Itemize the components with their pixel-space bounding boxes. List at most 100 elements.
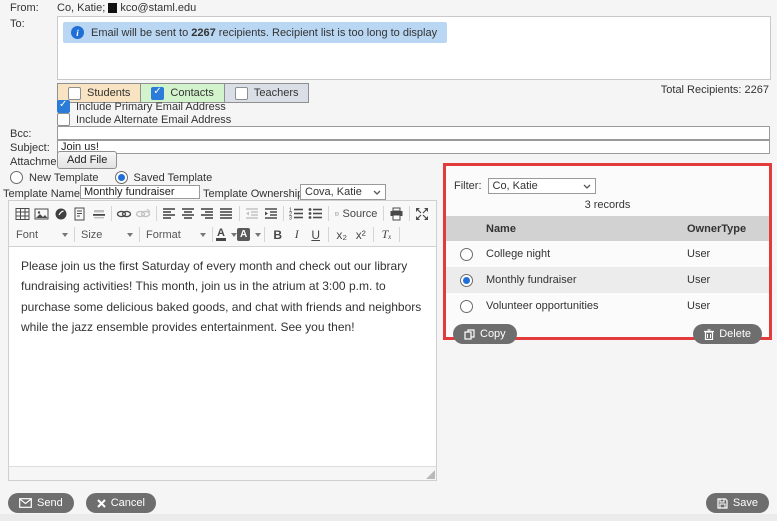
template-row-radio[interactable] <box>460 248 473 261</box>
subject-input[interactable] <box>57 140 770 154</box>
align-center-icon[interactable] <box>179 205 198 223</box>
link-icon[interactable] <box>115 205 134 223</box>
new-template-option[interactable]: New Template <box>10 171 99 184</box>
horizontal-rule-icon[interactable] <box>89 205 108 223</box>
rich-text-editor: 123 Source Font Size Format A A B <box>8 200 437 481</box>
chevron-down-icon <box>373 190 381 195</box>
table-row[interactable]: College night User <box>446 241 769 267</box>
filter-select[interactable]: Co, Katie <box>488 178 596 194</box>
teachers-checkbox[interactable] <box>235 87 248 100</box>
bold-button[interactable]: B <box>268 226 287 244</box>
template-ownership-select[interactable]: Cova, Katie <box>300 184 386 200</box>
editor-toolbar: 123 Source Font Size Format A A B <box>9 201 436 247</box>
recipient-info-banner: i Email will be sent to 2267 recipients.… <box>63 22 447 43</box>
templates-table: Name OwnerType College night User Monthl… <box>446 216 769 319</box>
bcc-label: Bcc: <box>10 128 31 140</box>
align-right-icon[interactable] <box>198 205 217 223</box>
bulleted-list-icon[interactable] <box>306 205 325 223</box>
templates-icon[interactable] <box>70 205 89 223</box>
source-button[interactable]: Source <box>332 205 380 223</box>
text-color-button[interactable]: A <box>216 226 237 244</box>
students-label: Students <box>87 87 130 99</box>
saved-template-label: Saved Template <box>134 172 213 184</box>
add-file-button[interactable]: Add File <box>57 151 117 169</box>
size-dropdown[interactable]: Size <box>78 226 136 244</box>
saved-template-option[interactable]: Saved Template <box>115 171 213 184</box>
recipient-count: 2267 <box>191 27 215 39</box>
include-primary-option[interactable]: Include Primary Email Address <box>57 100 226 113</box>
owner-type-cell: User <box>687 248 769 260</box>
toolbar-separator <box>328 227 329 242</box>
include-alternate-checkbox[interactable] <box>57 113 70 126</box>
cancel-button[interactable]: Cancel <box>86 493 156 513</box>
trash-icon <box>704 329 714 340</box>
filter-value: Co, Katie <box>493 180 538 192</box>
italic-button[interactable]: I <box>287 226 306 244</box>
table-header-row: Name OwnerType <box>446 216 769 241</box>
total-recipients: Total Recipients: 2267 <box>661 84 769 96</box>
remove-format-button[interactable]: Tₓ <box>377 226 396 244</box>
to-recipients-box[interactable]: i Email will be sent to 2267 recipients.… <box>57 16 771 80</box>
toolbar-separator <box>156 206 157 221</box>
chevron-down-icon <box>62 233 68 237</box>
subscript-button[interactable]: x₂ <box>332 226 351 244</box>
new-template-radio[interactable] <box>10 171 23 184</box>
toolbar-separator <box>283 206 284 221</box>
from-label: From: <box>10 2 39 14</box>
include-primary-label: Include Primary Email Address <box>76 101 226 113</box>
template-row-radio[interactable] <box>460 300 473 313</box>
template-name-label: Template Name: <box>3 188 83 200</box>
banner-text: Email will be sent to 2267 recipients. R… <box>91 27 437 39</box>
students-checkbox[interactable] <box>68 87 81 100</box>
background-color-button[interactable]: A <box>237 226 261 244</box>
format-dropdown[interactable]: Format <box>143 226 209 244</box>
records-count: 3 records <box>446 199 769 211</box>
toolbar-separator <box>383 206 384 221</box>
include-primary-checkbox[interactable] <box>57 100 70 113</box>
template-name-input[interactable] <box>80 185 200 199</box>
include-alternate-option[interactable]: Include Alternate Email Address <box>57 113 231 126</box>
toolbar-separator <box>74 227 75 242</box>
from-name: Co, Katie; <box>57 2 105 14</box>
toolbar-separator <box>328 206 329 221</box>
align-justify-icon[interactable] <box>217 205 236 223</box>
info-icon: i <box>71 26 84 39</box>
redaction-block <box>108 3 117 13</box>
editor-content[interactable]: Please join us the first Saturday of eve… <box>9 247 436 466</box>
send-button[interactable]: Send <box>8 493 74 513</box>
table-row[interactable]: Monthly fundraiser User <box>446 267 769 293</box>
teachers-checkbox-tab[interactable]: Teachers <box>224 83 310 103</box>
svg-text:3: 3 <box>289 216 292 221</box>
saved-template-radio[interactable] <box>115 171 128 184</box>
print-icon[interactable] <box>387 205 406 223</box>
save-button[interactable]: Save <box>706 493 769 513</box>
envelope-icon <box>19 498 32 508</box>
toolbar-separator <box>409 206 410 221</box>
font-dropdown[interactable]: Font <box>13 226 71 244</box>
contacts-checkbox[interactable] <box>151 87 164 100</box>
template-name-cell: Volunteer opportunities <box>486 300 687 312</box>
new-template-label: New Template <box>29 172 99 184</box>
template-mode-group: New Template Saved Template <box>10 171 212 184</box>
numbered-list-icon[interactable]: 123 <box>287 205 306 223</box>
indent-icon[interactable] <box>261 205 280 223</box>
maximize-icon[interactable] <box>413 205 432 223</box>
chevron-down-icon <box>127 233 133 237</box>
image-icon[interactable] <box>32 205 51 223</box>
flash-icon[interactable] <box>51 205 70 223</box>
template-row-radio[interactable] <box>460 274 473 287</box>
table-icon[interactable] <box>13 205 32 223</box>
include-alternate-label: Include Alternate Email Address <box>76 114 231 126</box>
copy-button[interactable]: Copy <box>453 324 517 344</box>
resize-handle[interactable] <box>426 470 435 479</box>
toolbar-separator <box>139 227 140 242</box>
table-row[interactable]: Volunteer opportunities User <box>446 293 769 319</box>
superscript-button[interactable]: x² <box>351 226 370 244</box>
underline-button[interactable]: U <box>306 226 325 244</box>
toolbar-separator <box>399 227 400 242</box>
delete-button[interactable]: Delete <box>693 324 762 344</box>
copy-icon <box>464 329 475 340</box>
align-left-icon[interactable] <box>160 205 179 223</box>
chevron-down-icon <box>200 233 206 237</box>
bcc-input[interactable] <box>57 126 770 140</box>
